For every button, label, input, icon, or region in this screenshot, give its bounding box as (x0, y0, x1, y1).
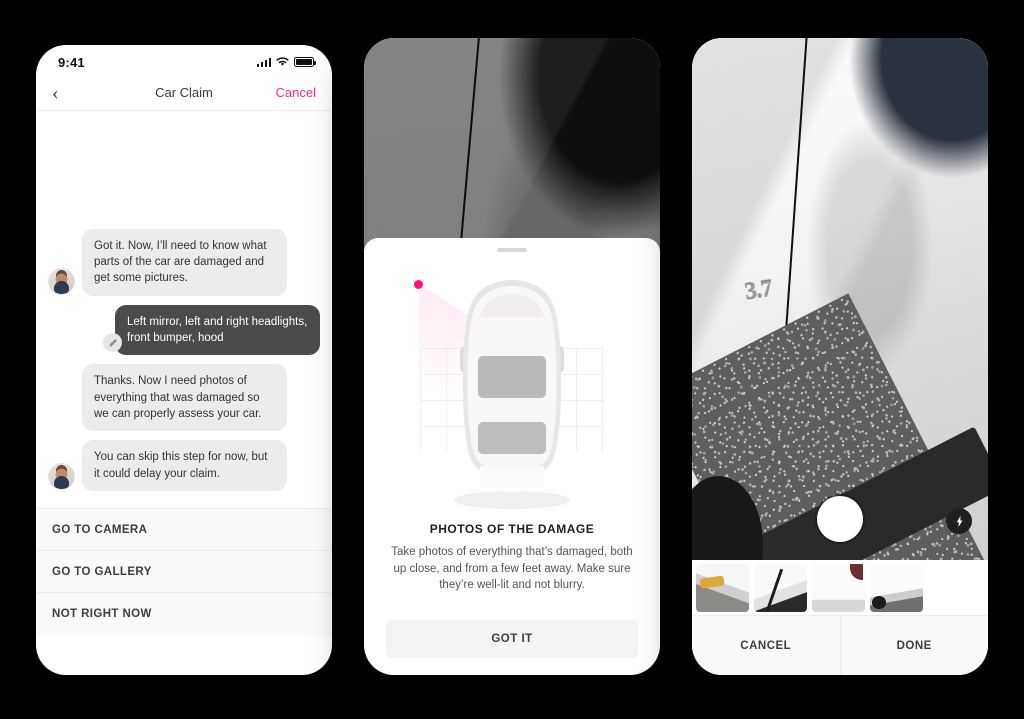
avatar (48, 267, 75, 295)
thumbnail-fender-scrape[interactable] (812, 563, 865, 612)
chat-message-user-1: Left mirror, left and right headlights, … (48, 304, 320, 356)
avatar (48, 463, 75, 490)
sheet-grabber[interactable] (497, 248, 527, 252)
car-model-badge: 3.7 (743, 276, 775, 307)
status-bar-time: 9:41 (58, 54, 85, 70)
camera-viewfinder[interactable]: 3.7 (692, 38, 988, 560)
phone-photo-instructions: PHOTOS OF THE DAMAGE Take photos of ever… (364, 38, 660, 675)
camera-footer: CANCEL DONE (692, 616, 988, 675)
sheet-body-text: Take photos of everything that’s damaged… (391, 546, 633, 592)
car-top-view-illustration (402, 260, 622, 516)
damage-marker-dot (414, 280, 423, 289)
avatar-spacer (48, 403, 75, 430)
go-to-camera-button[interactable]: GO TO CAMERA (36, 509, 332, 551)
signal-bars-icon (256, 57, 271, 67)
shutter-button[interactable] (817, 496, 863, 542)
thumbnail-side-panel[interactable] (870, 563, 923, 612)
got-it-button[interactable]: GOT IT (386, 620, 638, 659)
phone-car-claim-chat: 9:41 ‹ Car Claim Cancel Got it. Now, I’l… (36, 45, 332, 675)
screenshot-stage: 9:41 ‹ Car Claim Cancel Got it. Now, I’l… (0, 0, 1024, 719)
phone-camera-capture: 3.7 CANCEL DONE (692, 38, 988, 675)
sheet-title: PHOTOS OF THE DAMAGE (429, 522, 595, 536)
chat-message-agent-3: You can skip this step for now, but it c… (48, 440, 320, 491)
not-right-now-button[interactable]: NOT RIGHT NOW (36, 593, 332, 635)
thumbnail-hood-crease[interactable] (754, 563, 807, 612)
wifi-icon (276, 57, 289, 66)
thumbnail-front-bumper[interactable] (696, 563, 749, 612)
status-bar: 9:41 (36, 45, 332, 75)
chat-message-agent-2: Thanks. Now I need photos of everything … (48, 364, 320, 432)
instruction-sheet: PHOTOS OF THE DAMAGE Take photos of ever… (364, 238, 660, 675)
action-list: GO TO CAMERA GO TO GALLERY NOT RIGHT NOW (36, 508, 332, 635)
cancel-button[interactable]: Cancel (276, 85, 316, 100)
chat-message-agent-1: Got it. Now, I’ll need to know what part… (48, 228, 320, 296)
flash-bolt-icon[interactable] (946, 508, 972, 534)
message-bubble: Left mirror, left and right headlights, … (115, 304, 320, 356)
captured-thumbnails (692, 560, 988, 616)
message-bubble: Got it. Now, I’ll need to know what part… (82, 228, 287, 296)
message-bubble: Thanks. Now I need photos of everything … (82, 364, 287, 432)
navigation-bar: ‹ Car Claim Cancel (36, 75, 332, 111)
camera-done-button[interactable]: DONE (839, 616, 988, 675)
chat-thread: Got it. Now, I’ll need to know what part… (36, 111, 332, 508)
status-bar-icons (256, 57, 316, 67)
camera-cancel-button[interactable]: CANCEL (692, 616, 840, 675)
message-bubble: You can skip this step for now, but it c… (82, 440, 287, 491)
go-to-gallery-button[interactable]: GO TO GALLERY (36, 551, 332, 593)
car-shape (454, 280, 570, 509)
battery-icon (294, 57, 316, 67)
